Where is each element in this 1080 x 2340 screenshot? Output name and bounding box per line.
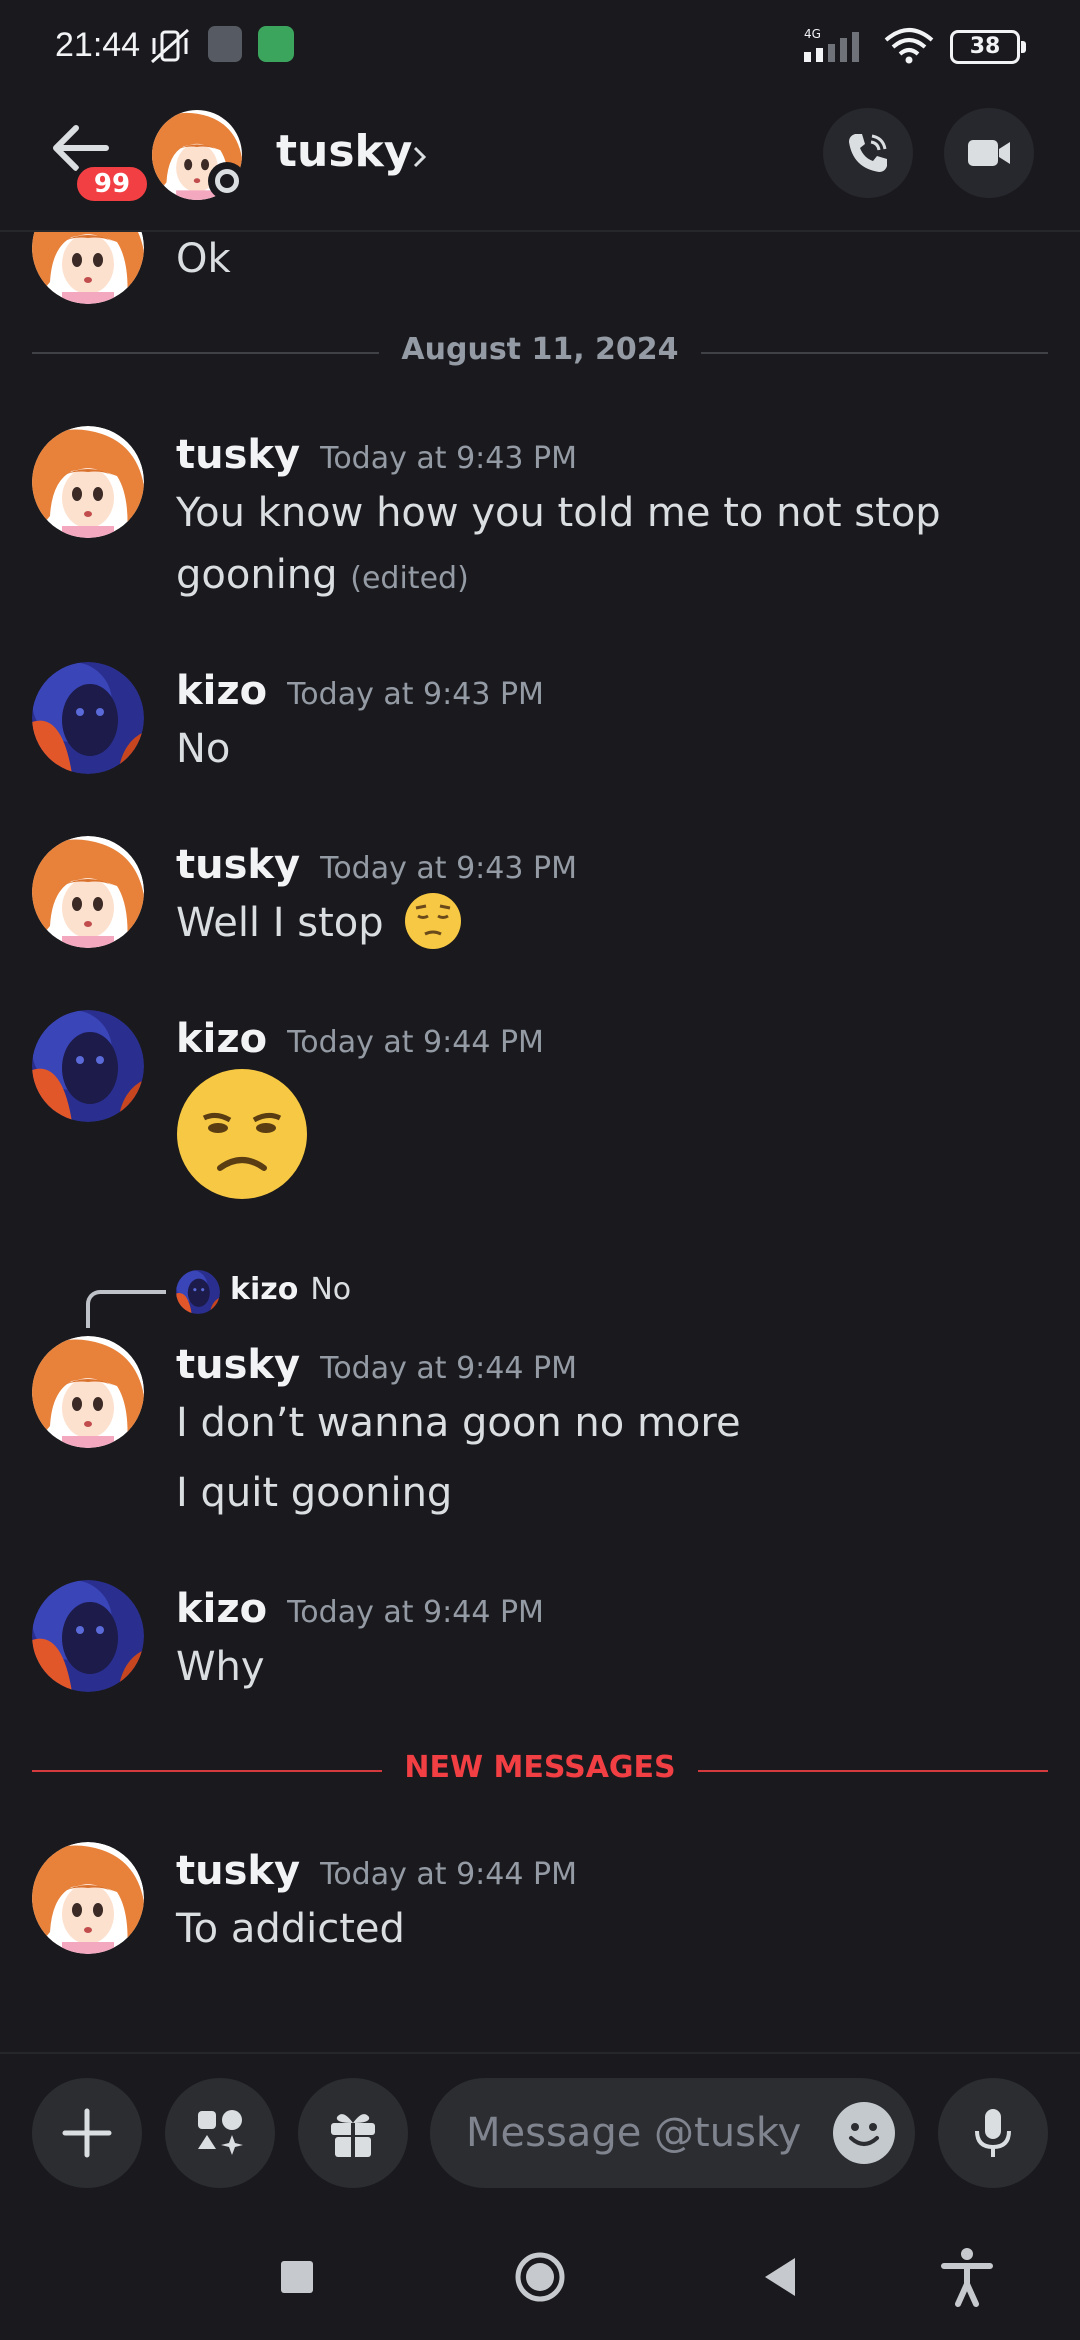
- accessibility-icon[interactable]: [932, 2242, 1002, 2312]
- notification-app-icon: [258, 26, 294, 62]
- avatar[interactable]: [32, 662, 144, 774]
- status-bar: 21:44 4G 38: [0, 0, 1080, 90]
- conversation-title[interactable]: tusky: [276, 126, 413, 177]
- avatar[interactable]: [32, 1336, 144, 1448]
- apps-icon: [198, 2110, 243, 2155]
- message-author[interactable]: tusky Today at 9:43 PM: [176, 842, 577, 888]
- pensive-face-icon: [405, 893, 462, 949]
- message-author[interactable]: kizo Today at 9:44 PM: [176, 1586, 544, 1632]
- cell-signal-icon: 4G: [804, 27, 859, 62]
- battery-icon: 38: [950, 30, 1026, 64]
- attach-button[interactable]: [32, 2078, 142, 2188]
- vibrate-off-icon: [151, 28, 189, 64]
- message-author[interactable]: tusky Today at 9:43 PM: [176, 432, 577, 478]
- phone-icon: [849, 134, 887, 172]
- reply-preview[interactable]: kizo No: [230, 1272, 351, 1307]
- reply-connector: [86, 1290, 166, 1328]
- gift-button[interactable]: [298, 2078, 408, 2188]
- message-timestamp: Today at 9:44 PM: [287, 1025, 544, 1060]
- edited-label: (edited): [350, 561, 469, 596]
- message-text: I quit gooning: [176, 1470, 453, 1516]
- video-call-button[interactable]: [944, 108, 1034, 198]
- voice-message-button[interactable]: [938, 2078, 1048, 2188]
- avatar[interactable]: [32, 836, 144, 948]
- message-timestamp: Today at 9:43 PM: [320, 441, 577, 476]
- author-name[interactable]: tusky: [176, 1848, 300, 1894]
- author-name[interactable]: kizo: [176, 1586, 267, 1632]
- composer-bar: [0, 2052, 1080, 2212]
- new-messages-label: NEW MESSAGES: [382, 1750, 698, 1785]
- message-input[interactable]: [466, 2078, 826, 2188]
- author-name[interactable]: tusky: [176, 1342, 300, 1388]
- avatar[interactable]: [32, 1010, 144, 1122]
- home-icon[interactable]: [505, 2242, 575, 2312]
- message-text-line: gooning: [176, 552, 338, 598]
- gift-icon: [331, 2114, 375, 2157]
- message-text: Why: [176, 1644, 265, 1690]
- message-timestamp: Today at 9:44 PM: [320, 1857, 577, 1892]
- author-name[interactable]: tusky: [176, 842, 300, 888]
- unread-badge: 99: [72, 162, 152, 206]
- emoji-button[interactable]: [833, 2102, 895, 2164]
- message-text: gooning (edited): [176, 544, 469, 610]
- network-type: 4G: [804, 27, 821, 41]
- avatar[interactable]: [32, 1580, 144, 1692]
- message-text: Ok: [176, 236, 231, 282]
- avatar[interactable]: [32, 426, 144, 538]
- chat-header: 99 tusky: [0, 90, 1080, 232]
- message-author[interactable]: tusky Today at 9:44 PM: [176, 1342, 577, 1388]
- author-name[interactable]: kizo: [176, 1016, 267, 1062]
- reply-avatar[interactable]: [176, 1270, 220, 1314]
- message-list[interactable]: Ok August 11, 2024 tusky Today at 9:43 P…: [0, 232, 1080, 2052]
- message-author[interactable]: kizo Today at 9:44 PM: [176, 1016, 544, 1062]
- status-time: 21:44: [55, 26, 141, 64]
- author-name[interactable]: tusky: [176, 432, 300, 478]
- message-text: Well I stop: [176, 892, 462, 954]
- reply-author-name: kizo: [230, 1272, 299, 1307]
- message-timestamp: Today at 9:43 PM: [320, 851, 577, 886]
- video-camera-icon: [968, 140, 1010, 166]
- new-messages-divider: NEW MESSAGES: [32, 1750, 1048, 1790]
- chevron-right-icon[interactable]: [410, 142, 430, 172]
- avatar[interactable]: [32, 232, 144, 304]
- date-divider: August 11, 2024: [32, 332, 1048, 372]
- reply-text: No: [310, 1272, 352, 1307]
- message-author[interactable]: tusky Today at 9:44 PM: [176, 1848, 577, 1894]
- message-text: No: [176, 726, 231, 772]
- message-text: I don’t wanna goon no more: [176, 1400, 741, 1446]
- message-text-line: Well I stop: [176, 900, 384, 946]
- message-author[interactable]: kizo Today at 9:43 PM: [176, 668, 544, 714]
- notification-app-icon: [208, 26, 242, 62]
- message-text: To addicted: [176, 1906, 405, 1952]
- discord-dm-screen: 21:44 4G 38 99 tusky Ok August 11, 2024 …: [0, 0, 1080, 2340]
- message-timestamp: Today at 9:44 PM: [287, 1595, 544, 1630]
- message-timestamp: Today at 9:44 PM: [320, 1351, 577, 1386]
- wifi-icon: [884, 28, 934, 64]
- date-divider-label: August 11, 2024: [379, 332, 701, 367]
- avatar[interactable]: [32, 1842, 144, 1954]
- voice-call-button[interactable]: [823, 108, 913, 198]
- plus-icon: [62, 2108, 112, 2158]
- back-nav-icon[interactable]: [745, 2242, 815, 2312]
- system-navigation-bar: [0, 2212, 1080, 2340]
- message-timestamp: Today at 9:43 PM: [287, 677, 544, 712]
- author-name[interactable]: kizo: [176, 668, 267, 714]
- microphone-icon: [975, 2109, 1011, 2157]
- recents-icon[interactable]: [262, 2242, 332, 2312]
- status-indicator: [208, 162, 246, 200]
- message-input-container[interactable]: [430, 2078, 915, 2188]
- apps-button[interactable]: [165, 2078, 275, 2188]
- smiley-icon: [849, 2123, 879, 2146]
- unamused-face-icon: [177, 1069, 307, 1199]
- message-text: You know how you told me to not stop: [176, 490, 941, 536]
